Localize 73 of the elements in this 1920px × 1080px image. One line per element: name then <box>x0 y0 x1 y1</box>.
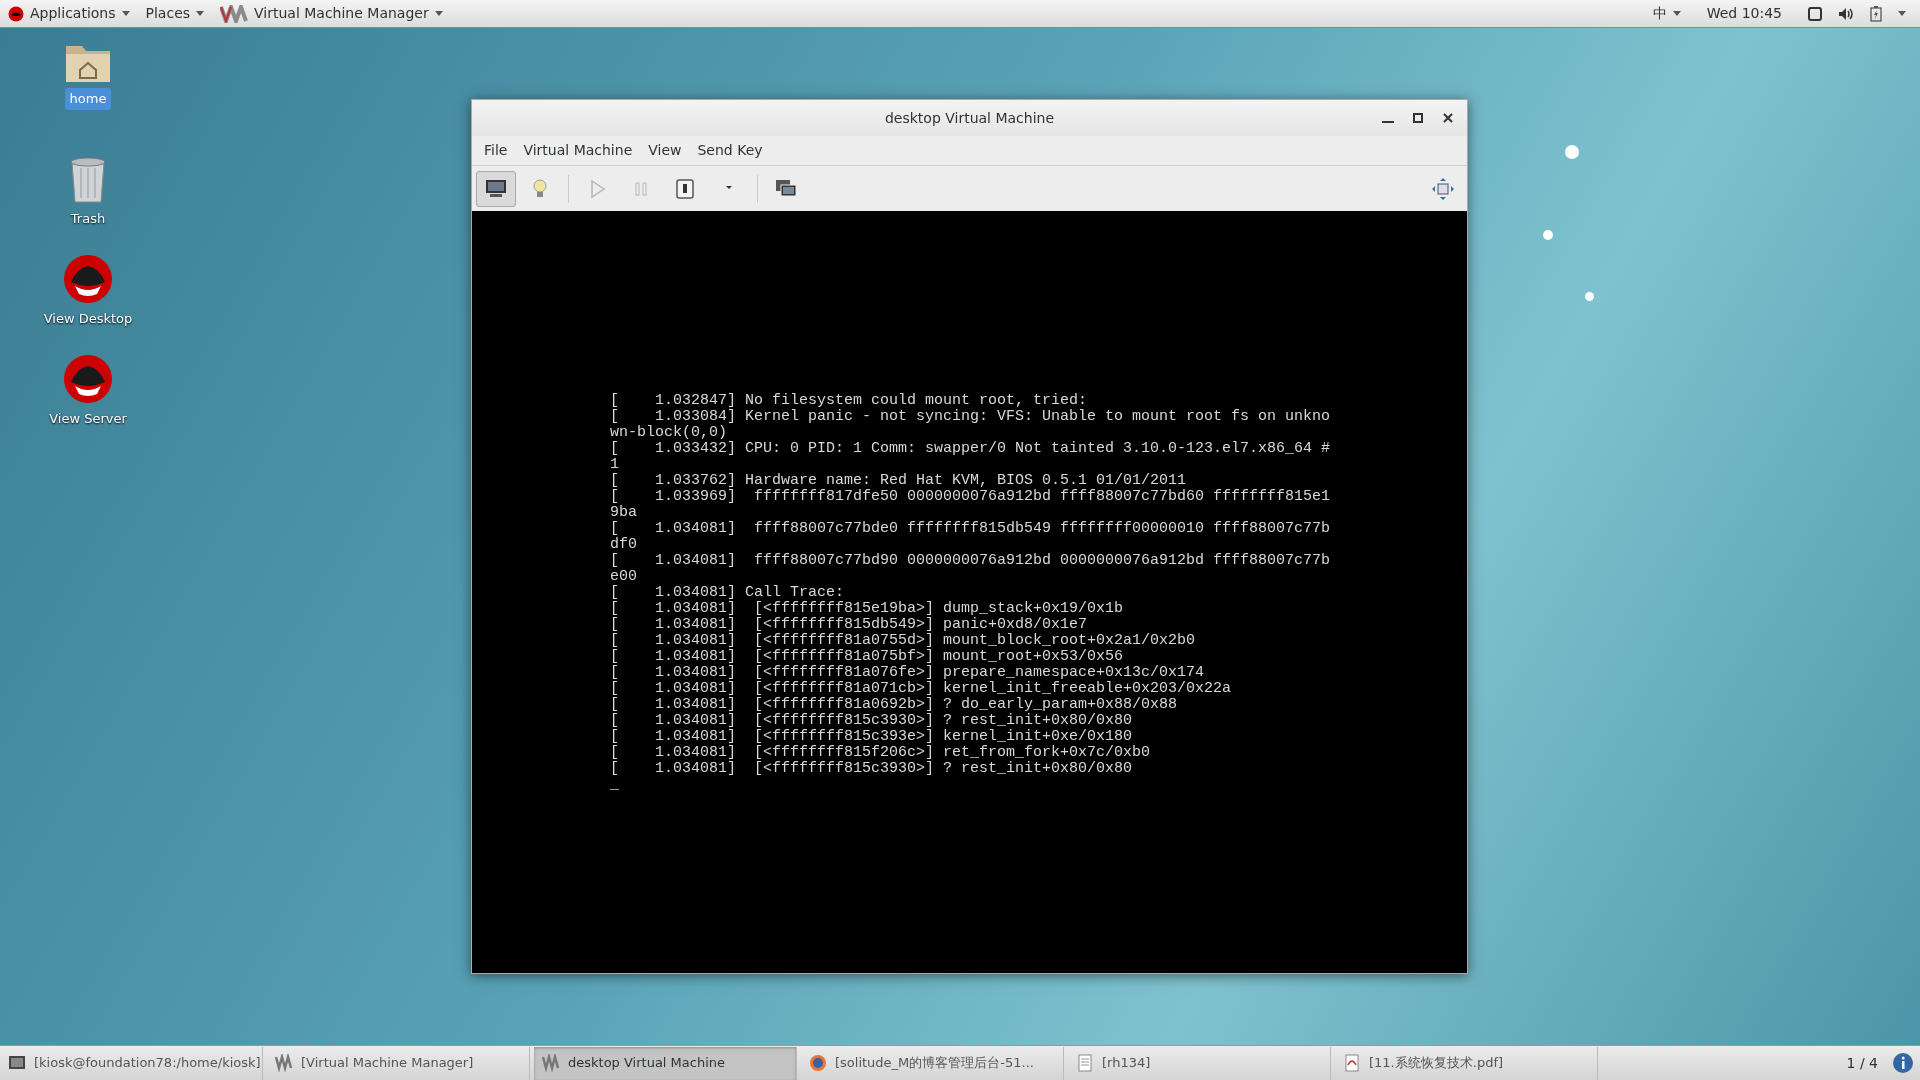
switch-icon <box>673 176 697 201</box>
taskbar-item[interactable]: desktop Virtual Machine <box>534 1046 797 1080</box>
terminal-icon <box>8 1054 26 1072</box>
light-dot <box>1565 145 1579 159</box>
vm-manager-icon <box>275 1054 293 1072</box>
console-line: [ 1.034081] ffff88007c77bde0 ffffffff815db549 ffffffff00000010 ffff88007c77b <box>610 521 1332 537</box>
clock[interactable]: Wed 10:45 <box>1698 0 1790 28</box>
console-line: [ 1.033762] Hardware name: Red Hat KVM, BIOS 0.5.1 01/01/2011 <box>610 473 1188 489</box>
maximize-icon <box>1412 112 1424 124</box>
console-line: _ <box>610 777 620 793</box>
pdf-document-icon <box>1343 1054 1361 1072</box>
taskbar-item[interactable]: [solitude_M的博客管理后台-51... <box>801 1046 1064 1080</box>
workspace-indicator[interactable]: 1 / 4 <box>1832 1052 1892 1074</box>
minimize-icon <box>1382 121 1394 123</box>
caret-icon <box>434 11 443 16</box>
top-menu[interactable]: Virtual Machine Manager <box>212 0 451 28</box>
console-line: [ 1.034081] [<ffffffff81a076fe>] prepare_namespace+0x13c/0x174 <box>610 665 1206 681</box>
caret-icon <box>196 11 205 16</box>
top-menu[interactable]: Places <box>137 0 213 28</box>
vm-manager-icon <box>542 1054 560 1072</box>
console-line: e00 <box>610 569 638 585</box>
taskbar-item[interactable]: [11.系统恢复技术.pdf] <box>1335 1046 1598 1080</box>
menu-item[interactable]: View <box>640 140 690 161</box>
fedora-hat-icon <box>63 354 113 404</box>
caret-icon <box>1672 11 1681 16</box>
console-line: 9ba <box>610 505 638 521</box>
console-line: [ 1.033432] CPU: 0 PID: 1 Comm: swapper/0 Not tainted 3.10.0-123.el7.x86_64 # <box>610 441 1332 457</box>
fedora-hat-icon <box>63 254 113 304</box>
toolbar-button[interactable] <box>476 170 516 207</box>
taskbar-item[interactable]: [Virtual Machine Manager] <box>267 1046 530 1080</box>
console-line: [ 1.034081] Call Trace: <box>610 585 846 601</box>
console-line: [ 1.034081] [<ffffffff815c393e>] kernel_init+0xe/0x180 <box>610 729 1134 745</box>
icon-label: Trash <box>69 210 107 228</box>
console-line: df0 <box>610 537 638 553</box>
icon-label: home <box>64 88 112 110</box>
console-line: wn-block(0,0) <box>610 425 729 441</box>
light-dot <box>1585 292 1594 301</box>
console-line: [ 1.033969] ffffffff817dfe50 0000000076a912bd ffff88007c77bd60 ffffffff815e1 <box>610 489 1332 505</box>
caret-icon[interactable] <box>1898 11 1906 16</box>
console-line: [ 1.032847] No filesystem could mount root, tried: <box>610 393 1089 409</box>
caret-icon <box>121 11 130 16</box>
document-icon <box>1076 1054 1094 1072</box>
console-line: [ 1.034081] [<ffffffff815f206c>] ret_from_fork+0x7c/0xb0 <box>610 745 1152 761</box>
window-title: desktop Virtual Machine <box>884 108 1055 128</box>
battery-icon[interactable] <box>1870 5 1882 22</box>
volume-icon[interactable] <box>1838 6 1854 21</box>
console-line: [ 1.034081] [<ffffffff815c3930>] ? rest_init+0x80/0x80 <box>610 761 1134 777</box>
window-icon[interactable] <box>1808 6 1822 21</box>
console-line: [ 1.034081] [<ffffffff81a0755d>] mount_block_root+0x2a1/0x2b0 <box>610 633 1197 649</box>
console-line: 1 <box>610 457 620 473</box>
menu-item[interactable]: Send Key <box>689 140 771 161</box>
close-icon <box>1442 112 1454 124</box>
console-line: [ 1.034081] [<ffffffff81a071cb>] kernel_init_freeable+0x203/0x22a <box>610 681 1233 697</box>
menu-item[interactable]: File <box>476 140 516 161</box>
console-line: [ 1.034081] [<ffffffff81a075bf>] mount_root+0x53/0x56 <box>610 649 1125 665</box>
taskbar-item[interactable]: [kiosk@foundation78:/home/kiosk] <box>0 1046 263 1080</box>
console-line: [ 1.033084] Kernel panic - not syncing: VFS: Unable to mount root fs on unkno <box>610 409 1332 425</box>
console-line: [ 1.034081] [<ffffffff815db549>] panic+0xd8/0x1e7 <box>610 617 1089 633</box>
taskbar-item[interactable]: [rh134] <box>1068 1046 1331 1080</box>
top-menu[interactable]: Applications <box>0 0 138 28</box>
vm-manager-icon <box>220 4 249 23</box>
icon-label: View Desktop <box>42 310 134 328</box>
console-line: [ 1.034081] [<ffffffff815c3930>] ? rest_init+0x80/0x80 <box>610 713 1134 729</box>
input-method-menu[interactable]: 中 <box>1644 0 1689 28</box>
console-line: [ 1.034081] [<ffffffff81a0692b>] ? do_early_param+0x88/0x88 <box>610 697 1179 713</box>
info-icon[interactable] <box>1892 1052 1914 1074</box>
console-line: [ 1.034081] ffff88007c77bd90 0000000076a912bd 0000000076a912bd ffff88007c77b <box>610 553 1332 569</box>
light-dot <box>1543 230 1553 240</box>
globe-icon <box>809 1054 827 1072</box>
menu-item[interactable]: Virtual Machine <box>515 140 641 161</box>
console-line: [ 1.034081] [<ffffffff815e19ba>] dump_stack+0x19/0x1b <box>610 601 1125 617</box>
icon-label: View Server <box>48 410 128 428</box>
move-arrows-icon <box>1431 176 1455 201</box>
